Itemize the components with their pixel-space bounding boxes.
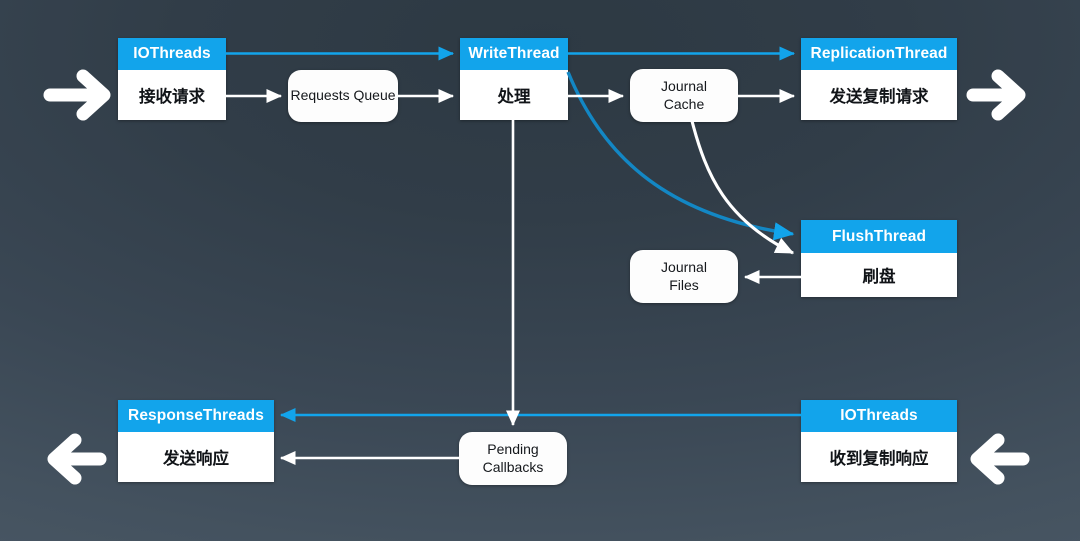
node-replication-thread-header: ReplicationThread	[801, 38, 957, 70]
node-journal-files-label-line2: Files	[669, 276, 699, 293]
node-journal-files[interactable]: Journal Files	[630, 250, 738, 303]
arrow-left-icon-return-left	[47, 433, 107, 485]
node-journal-cache-label-line2: Cache	[663, 95, 705, 112]
node-io-threads-in-body: 接收请求	[118, 70, 226, 120]
node-replication-thread[interactable]: ReplicationThread 发送复制请求	[801, 38, 957, 120]
node-write-thread-body: 处理	[460, 70, 568, 120]
node-response-threads-header: ResponseThreads	[118, 400, 274, 432]
node-write-thread[interactable]: WriteThread 处理	[460, 38, 568, 120]
node-journal-files-label-line1: Journal	[661, 258, 707, 275]
arrow-right-icon-entry	[43, 69, 111, 121]
node-response-threads-body: 发送响应	[118, 432, 274, 482]
node-io-threads-out-header: IOThreads	[801, 400, 957, 432]
node-flush-thread-header: FlushThread	[801, 220, 957, 253]
node-requests-queue[interactable]: Requests Queue	[288, 70, 398, 122]
arrow-left-icon-return-right	[970, 433, 1030, 485]
node-io-threads-in-header: IOThreads	[118, 38, 226, 70]
node-replication-thread-body: 发送复制请求	[801, 70, 957, 120]
node-pending-callbacks-label-line2: Callbacks	[482, 458, 544, 475]
node-flush-thread[interactable]: FlushThread 刷盘	[801, 220, 957, 297]
node-write-thread-header: WriteThread	[460, 38, 568, 70]
node-response-threads[interactable]: ResponseThreads 发送响应	[118, 400, 274, 482]
node-journal-cache[interactable]: Journal Cache	[630, 69, 738, 122]
node-requests-queue-label: Requests Queue	[290, 87, 396, 104]
diagram-canvas: IOThreads 接收请求 WriteThread 处理 Replicatio…	[0, 0, 1080, 541]
node-io-threads-out[interactable]: IOThreads 收到复制响应	[801, 400, 957, 482]
node-journal-cache-label-line1: Journal	[661, 77, 707, 94]
node-pending-callbacks[interactable]: Pending Callbacks	[459, 432, 567, 485]
node-flush-thread-body: 刷盘	[801, 253, 957, 297]
node-io-threads-out-body: 收到复制响应	[801, 432, 957, 482]
node-pending-callbacks-label-line1: Pending	[487, 440, 539, 457]
connector-cache-to-flush	[690, 120, 795, 255]
arrow-right-icon-exit	[966, 69, 1026, 121]
node-io-threads-in[interactable]: IOThreads 接收请求	[118, 38, 226, 120]
